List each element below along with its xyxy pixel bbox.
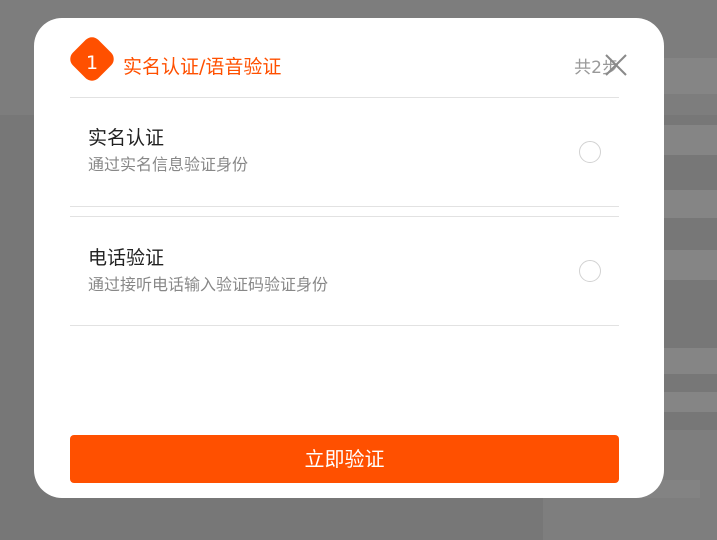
- option-radio[interactable]: [579, 141, 601, 163]
- step-title: 实名认证/语音验证: [123, 56, 282, 78]
- option-description: 通过接听电话输入验证码验证身份: [88, 275, 329, 294]
- option-real-name[interactable]: 实名认证 通过实名信息验证身份: [70, 98, 619, 207]
- background-stripe: [657, 348, 717, 374]
- option-radio[interactable]: [579, 260, 601, 282]
- option-description: 通过实名信息验证身份: [88, 155, 249, 174]
- close-button[interactable]: [604, 53, 628, 77]
- verify-now-button[interactable]: 立即验证: [70, 435, 619, 483]
- background-stripe: [657, 125, 717, 155]
- modal-header: 1 实名认证/语音验证 共2步: [66, 33, 619, 98]
- step-number: 1: [85, 52, 99, 74]
- close-icon: [605, 54, 627, 76]
- verification-modal: 1 实名认证/语音验证 共2步 实名认证 通过实名信息验证身份 电话验证 通过接…: [34, 18, 664, 498]
- option-title: 电话验证: [88, 247, 165, 269]
- background-stripe: [657, 58, 717, 94]
- option-title: 实名认证: [88, 127, 165, 149]
- background-stripe: [657, 190, 717, 218]
- background-stripe: [657, 250, 717, 280]
- background-stripe: [657, 392, 717, 412]
- option-phone[interactable]: 电话验证 通过接听电话输入验证码验证身份: [70, 216, 619, 326]
